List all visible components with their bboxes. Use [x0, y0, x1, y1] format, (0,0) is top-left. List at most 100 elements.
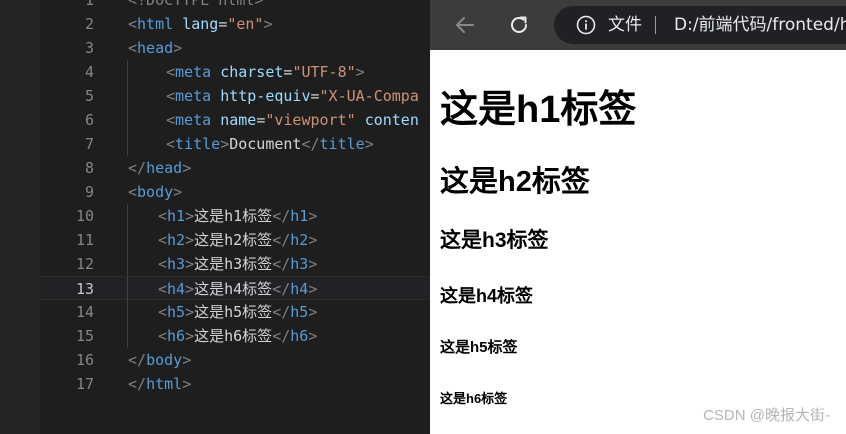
code-line[interactable]: 5 <meta http-equiv="X-UA-Compa — [40, 84, 430, 108]
line-number: 10 — [75, 207, 94, 225]
code-token: > — [364, 135, 374, 153]
code-token: meta — [175, 111, 212, 129]
code-text: <meta name="viewport" conten — [166, 108, 419, 132]
watermark: CSDN @晚报大街- — [703, 407, 830, 424]
back-button[interactable] — [452, 12, 478, 38]
code-text: <h6>这是h6标签</h6> — [158, 324, 317, 348]
code-line[interactable]: 9 <body> — [40, 180, 430, 204]
code-token: > — [263, 15, 273, 33]
code-token: </ — [272, 303, 291, 321]
address-bar[interactable]: 文件 D:/前端代码/fronted/h — [554, 6, 846, 44]
code-token: http-equiv — [220, 87, 311, 105]
code-token: > — [185, 255, 195, 273]
code-text: </body> — [128, 348, 191, 372]
code-token: < — [158, 303, 168, 321]
code-token: > — [173, 183, 183, 201]
code-token: > — [185, 303, 195, 321]
code-line[interactable]: 14 <h5>这是h5标签</h5> — [40, 300, 430, 324]
code-line[interactable]: 17 </html> — [40, 372, 430, 396]
code-token: < — [166, 87, 176, 105]
line-number: 17 — [75, 375, 94, 393]
code-token: head — [146, 159, 183, 177]
code-token: </ — [272, 327, 291, 345]
code-token: h5 — [290, 303, 309, 321]
code-token: < — [166, 135, 176, 153]
code-token: h5 — [167, 303, 186, 321]
code-text: <head> — [128, 36, 182, 60]
code-line[interactable]: 11 <h2>这是h2标签</h2> — [40, 228, 430, 252]
line-number: 13 — [75, 280, 94, 298]
line-number: 9 — [84, 183, 94, 201]
code-line[interactable]: 3 <head> — [40, 36, 430, 60]
line-number: 16 — [75, 351, 94, 369]
line-number: 5 — [84, 87, 94, 105]
browser-toolbar: 文件 D:/前端代码/fronted/h — [430, 0, 846, 50]
indent-guide — [127, 300, 128, 324]
code-token: < — [158, 207, 168, 225]
code-token: > — [308, 207, 318, 225]
line-number: 4 — [84, 63, 94, 81]
reload-button[interactable] — [506, 12, 532, 38]
code-token: h4 — [167, 280, 186, 298]
code-token: h6 — [290, 327, 309, 345]
code-text: <html lang="en"> — [128, 12, 273, 36]
code-token: > — [308, 231, 318, 249]
code-line[interactable]: 4 <meta charset="UTF-8"> — [40, 60, 430, 84]
code-line[interactable]: 2 <html lang="en"> — [40, 12, 430, 36]
line-number: 8 — [84, 159, 94, 177]
info-icon[interactable] — [576, 15, 596, 35]
code-token: head — [137, 39, 174, 57]
code-line[interactable]: 6 <meta name="viewport" conten — [40, 108, 430, 132]
browser-window: 文件 D:/前端代码/fronted/h 这是h1标签 这是h2标签 这是h3标… — [430, 0, 846, 434]
code-line[interactable]: 7 <title>Document</title> — [40, 132, 430, 156]
code-text: <h5>这是h5标签</h5> — [158, 300, 317, 324]
code-token: </ — [272, 255, 291, 273]
code-line[interactable]: 8 </head> — [40, 156, 430, 180]
code-line[interactable]: 13 <h4>这是h4标签</h4> — [40, 276, 430, 301]
code-token: > — [308, 280, 318, 298]
code-token: 这是h6标签 — [194, 327, 273, 345]
code-token: 这是h1标签 — [194, 207, 273, 225]
code-token: < — [158, 231, 168, 249]
code-line[interactable]: 16 </body> — [40, 348, 430, 372]
code-token: body — [146, 351, 183, 369]
code-text: <meta charset="UTF-8"> — [166, 60, 365, 84]
code-token: "viewport" — [265, 111, 356, 129]
code-token: </ — [272, 231, 291, 249]
code-text: </html> — [128, 372, 191, 396]
line-number: 6 — [84, 111, 94, 129]
heading-h3: 这是h3标签 — [440, 229, 549, 252]
code-token: > — [308, 255, 318, 273]
heading-h1: 这是h1标签 — [440, 89, 637, 131]
code-text: </head> — [128, 156, 191, 180]
code-token: > — [182, 351, 192, 369]
line-number: 2 — [84, 15, 94, 33]
line-number: 1 — [84, 0, 94, 9]
code-token: name — [220, 111, 257, 129]
heading-h2: 这是h2标签 — [440, 166, 590, 198]
code-line[interactable]: 1 <!DOCTYPE html> — [40, 0, 430, 12]
line-number: 14 — [75, 303, 94, 321]
heading-h5: 这是h5标签 — [440, 339, 518, 356]
code-token: h4 — [290, 280, 309, 298]
code-token: body — [137, 183, 174, 201]
code-token: h6 — [167, 327, 186, 345]
indent-guide — [127, 228, 128, 252]
heading-h4: 这是h4标签 — [440, 286, 534, 306]
indent-guide — [127, 324, 128, 348]
address-url[interactable]: D:/前端代码/fronted/h — [674, 6, 846, 44]
code-line[interactable]: 12 <h3>这是h3标签</h3> — [40, 252, 430, 276]
code-token: "X-UA-Compa — [319, 87, 419, 105]
code-editor[interactable]: 1 <!DOCTYPE html> 2 <html lang="en"> 3 <head>… — [40, 0, 430, 434]
code-token: > — [308, 327, 318, 345]
code-token: 这是h2标签 — [194, 231, 273, 249]
code-token: lang — [182, 15, 219, 33]
indent-guide — [127, 132, 128, 156]
code-token: meta — [175, 63, 212, 81]
code-line[interactable]: 15 <h6>这是h6标签</h6> — [40, 324, 430, 348]
code-text: <h1>这是h1标签</h1> — [158, 204, 317, 228]
code-line[interactable]: 10 <h1>这是h1标签</h1> — [40, 204, 430, 228]
code-token: > — [355, 63, 365, 81]
